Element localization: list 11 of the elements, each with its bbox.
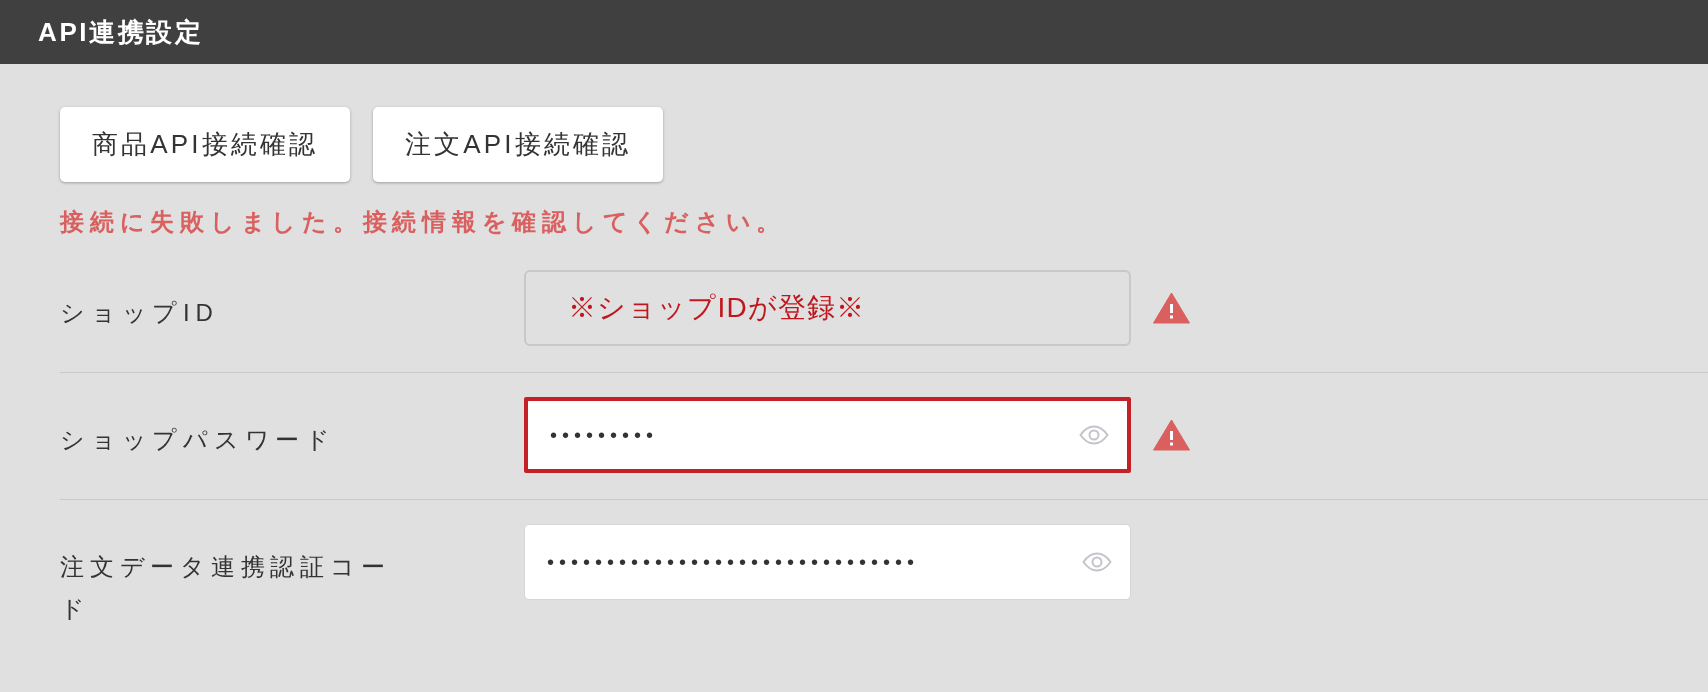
password-field[interactable]: •••••••••••••••••••••••••••••••: [524, 524, 1131, 600]
page-title: API連携設定: [38, 16, 204, 48]
eye-icon[interactable]: [1079, 425, 1109, 445]
error-message: 接続に失敗しました。接続情報を確認してください。: [60, 207, 787, 237]
eye-icon[interactable]: [1082, 552, 1112, 572]
api-check-button[interactable]: 商品API接続確認: [60, 107, 350, 182]
field-label: ショップパスワード: [60, 425, 337, 455]
field-label: 注文データ連携認証コード: [60, 552, 392, 624]
password-field[interactable]: •••••••••: [524, 397, 1131, 473]
api-check-button[interactable]: 注文API接続確認: [373, 107, 663, 182]
field-label: ショップID: [60, 298, 220, 328]
